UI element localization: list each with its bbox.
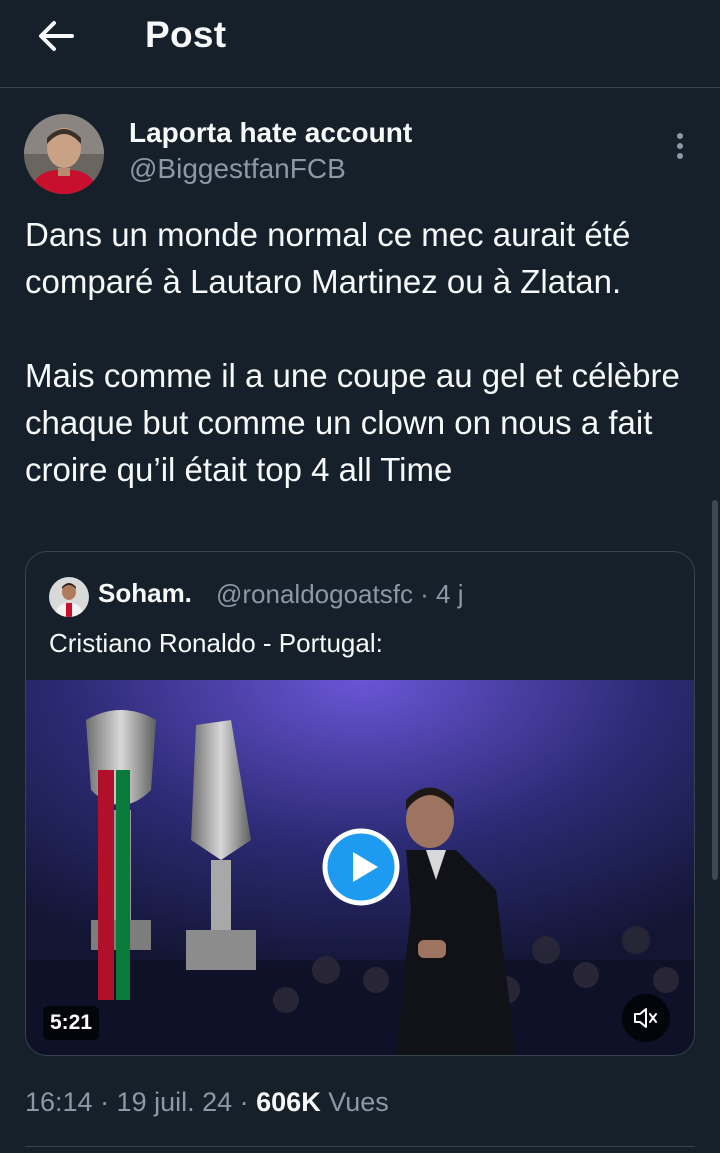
arrow-left-icon: [39, 21, 74, 51]
views-count[interactable]: 606K: [256, 1087, 321, 1117]
views-label: Vues: [320, 1087, 389, 1117]
back-button[interactable]: [28, 10, 84, 62]
unmute-button[interactable]: [622, 994, 670, 1042]
post-timestamp[interactable]: 16:14 · 19 juil. 24 ·: [25, 1087, 256, 1117]
quoted-post-card[interactable]: Soham. @ronaldogoatsfc · 4 j Cristiano R…: [25, 551, 695, 1056]
more-options-button[interactable]: [664, 128, 696, 164]
quoted-post-text: Cristiano Ronaldo - Portugal:: [49, 628, 383, 658]
quoted-author-avatar: [49, 577, 89, 617]
play-icon: [322, 828, 400, 906]
quoted-author-handle-time: @ronaldogoatsfc · 4 j: [216, 579, 464, 609]
author-display-name[interactable]: Laporta hate account: [129, 117, 412, 149]
author-avatar[interactable]: [24, 114, 104, 194]
divider: [25, 1146, 695, 1147]
video-duration: 5:21: [43, 1006, 99, 1040]
volume-muted-icon: [634, 1008, 657, 1028]
tweet-text: Dans un monde normal ce mec aurait été c…: [25, 216, 680, 488]
quoted-author-name: Soham.: [98, 578, 192, 608]
quoted-avatar-image: [49, 577, 89, 617]
avatar-image: [24, 114, 104, 194]
author-handle[interactable]: @BiggestfanFCB: [129, 153, 346, 185]
post-metadata: 16:14 · 19 juil. 24 · 606K Vues: [25, 1087, 389, 1118]
page-title: Post: [145, 14, 227, 55]
video-player[interactable]: 5:21: [26, 680, 694, 1055]
more-vertical-icon: [677, 133, 683, 159]
play-button[interactable]: [322, 828, 400, 906]
scrollbar[interactable]: [712, 500, 718, 880]
top-bar: Post: [0, 0, 720, 88]
